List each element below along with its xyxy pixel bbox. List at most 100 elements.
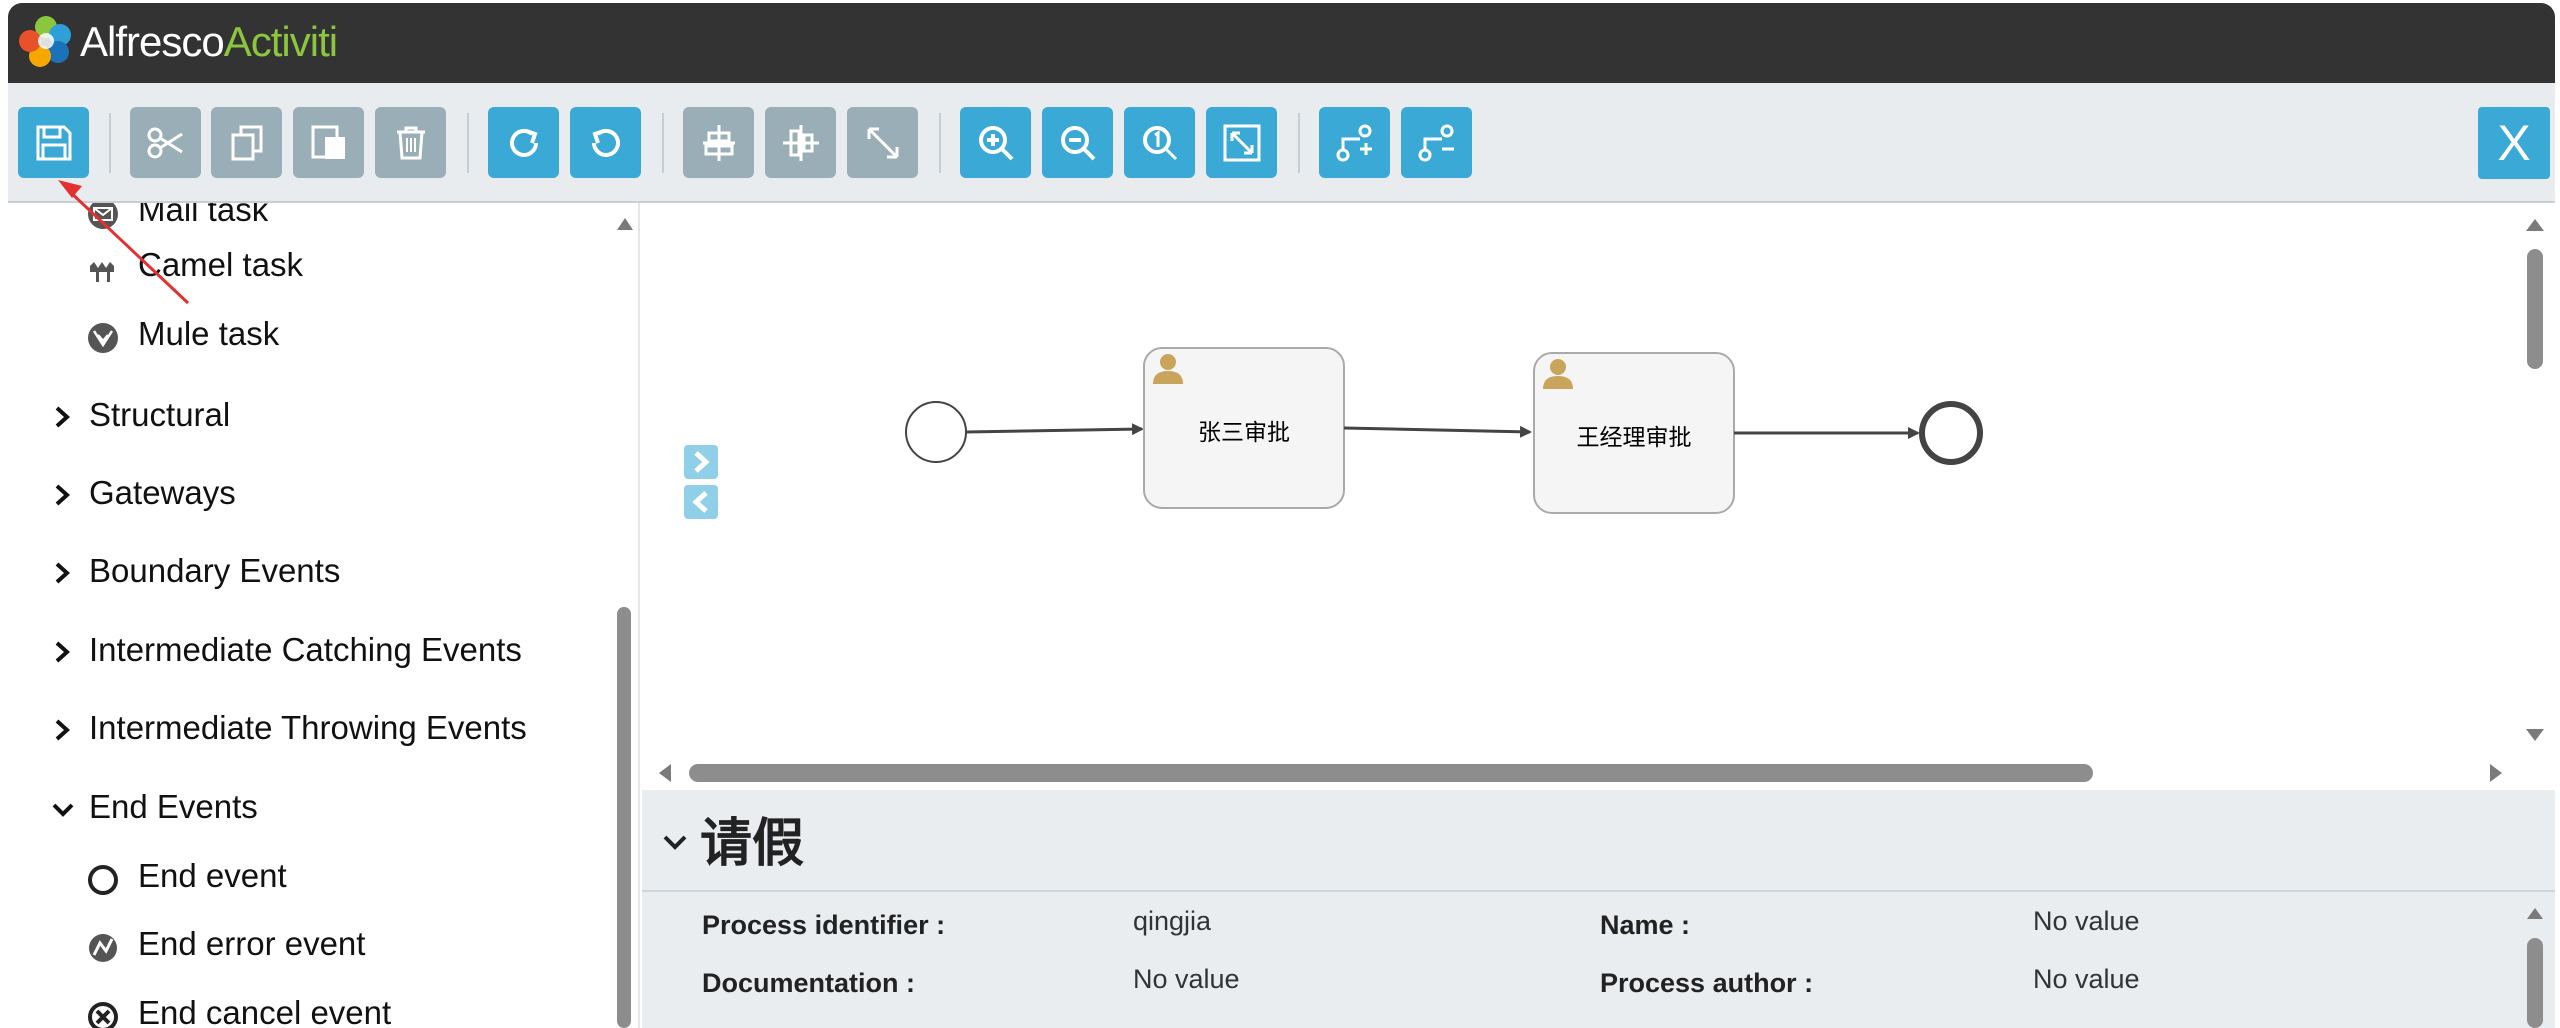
camel-icon (90, 262, 114, 282)
palette-item-label: Mail task (138, 203, 269, 228)
properties-scroll-up[interactable] (2527, 908, 2543, 919)
paste-icon (311, 125, 345, 159)
trash-icon (396, 126, 425, 159)
palette-category-label: Intermediate Catching Events (89, 631, 522, 668)
sequence-flow[interactable] (1343, 425, 1532, 438)
zoom-fit-button[interactable] (1206, 107, 1277, 178)
add-bendpoint-icon (1336, 124, 1372, 161)
prop-value-documentation[interactable]: No value (1133, 964, 1240, 995)
prop-value-process-identifier[interactable]: qingjia (1133, 906, 1211, 937)
palette-scrollbar[interactable] (617, 607, 631, 1028)
palette-scroll-up[interactable] (617, 218, 633, 230)
zoom-in-icon (978, 125, 1013, 160)
toolbar-separator (109, 113, 111, 173)
align-horizontal-icon (782, 124, 819, 161)
align-vertical-button[interactable] (683, 107, 754, 178)
toolbar-separator (662, 113, 664, 173)
shape-palette: Mail task Camel task Mule task Structura… (8, 203, 640, 1028)
expand-palette-button[interactable] (684, 445, 718, 479)
cut-button[interactable] (130, 107, 201, 178)
redo-button[interactable] (488, 107, 559, 178)
delete-button[interactable] (375, 107, 446, 178)
copy-button[interactable] (211, 107, 282, 178)
zoom-out-icon (1060, 125, 1095, 160)
chevron-left-icon (692, 491, 708, 513)
logo-text-activiti: Activiti (223, 18, 338, 65)
prop-value-name[interactable]: No value (2033, 906, 2140, 937)
undo-icon (591, 128, 620, 157)
copy-icon (231, 125, 262, 160)
same-size-icon (867, 127, 898, 158)
mule-icon (88, 323, 118, 353)
palette-item-label: End error event (138, 925, 366, 962)
chevron-right-icon (55, 641, 70, 663)
remove-bendpoint-icon (1418, 124, 1454, 161)
chevron-right-icon (55, 562, 70, 584)
redo-icon (509, 128, 538, 157)
palette-item-label: Mule task (138, 315, 280, 352)
save-button[interactable] (18, 107, 89, 178)
canvas-scroll-up[interactable] (2526, 219, 2544, 231)
end-cancel-event-icon (88, 1002, 118, 1028)
palette-category-label: Structural (89, 396, 231, 433)
toolbar: X (8, 83, 2555, 203)
prop-label-process-identifier: Process identifier : (702, 910, 946, 940)
prop-label-process-author: Process author : (1600, 968, 1814, 998)
palette-category-label: End Events (89, 788, 258, 825)
palette-item-label: End cancel event (138, 994, 392, 1028)
chevron-down-icon[interactable] (662, 832, 688, 854)
user-task-2-label: 王经理审批 (1576, 425, 1692, 451)
palette-item-label: End event (138, 857, 287, 894)
zoom-in-button[interactable] (960, 107, 1031, 178)
prop-value-process-author[interactable]: No value (2033, 964, 2140, 995)
prop-label-documentation: Documentation : (702, 968, 915, 998)
toolbar-separator (1298, 113, 1300, 173)
properties-header[interactable] (642, 790, 2555, 892)
canvas-scroll-down[interactable] (2526, 729, 2544, 741)
same-size-button[interactable] (847, 107, 918, 178)
undo-button[interactable] (570, 107, 641, 178)
logo-text-alfresco: Alfresco (80, 18, 225, 65)
align-horizontal-button[interactable] (765, 107, 836, 178)
zoom-actual-icon (1142, 125, 1177, 160)
zoom-actual-button[interactable] (1124, 107, 1195, 178)
collapse-palette-button[interactable] (684, 485, 718, 519)
palette-item-label: Camel task (138, 246, 304, 283)
add-bendpoint-button[interactable] (1319, 107, 1390, 178)
sequence-flow[interactable] (965, 423, 1144, 436)
canvas-vertical-scrollbar[interactable] (2527, 249, 2543, 369)
prop-label-name: Name : (1600, 910, 1691, 940)
toolbar-separator (467, 113, 469, 173)
canvas-scroll-left[interactable] (659, 764, 671, 782)
properties-scrollbar[interactable] (2527, 938, 2543, 1028)
zoom-fit-icon (1223, 124, 1260, 161)
canvas-scroll-right[interactable] (2490, 764, 2502, 782)
zoom-out-button[interactable] (1042, 107, 1113, 178)
app-logo-text: AlfrescoActiviti (80, 16, 338, 68)
mail-icon (88, 203, 118, 229)
end-event[interactable] (1919, 401, 1983, 465)
canvas-horizontal-scrollbar[interactable] (689, 764, 2093, 782)
chevron-right-icon (694, 451, 710, 473)
align-vertical-icon (702, 124, 735, 161)
end-event-icon (88, 865, 118, 895)
palette-category-label: Gateways (89, 474, 236, 511)
toolbar-separator (939, 113, 941, 173)
palette-category-label: Intermediate Throwing Events (89, 709, 527, 746)
chevron-right-icon (55, 484, 70, 506)
chevron-right-icon (55, 406, 70, 428)
close-button[interactable]: X (2478, 107, 2550, 179)
bpmn-diagram (905, 347, 1983, 514)
start-event[interactable] (905, 401, 967, 463)
user-task-1-label: 张三审批 (1198, 420, 1290, 446)
alfresco-flower-icon (19, 16, 71, 67)
chevron-down-icon (52, 803, 74, 817)
end-error-event-icon (89, 934, 117, 962)
remove-bendpoint-button[interactable] (1401, 107, 1472, 178)
save-icon (36, 125, 71, 160)
app-header (8, 3, 2555, 83)
chevron-right-icon (55, 719, 70, 741)
paste-button[interactable] (293, 107, 364, 178)
scissors-icon (147, 127, 183, 158)
diagram-canvas[interactable]: 张三审批 王经理审批 (642, 203, 2555, 790)
